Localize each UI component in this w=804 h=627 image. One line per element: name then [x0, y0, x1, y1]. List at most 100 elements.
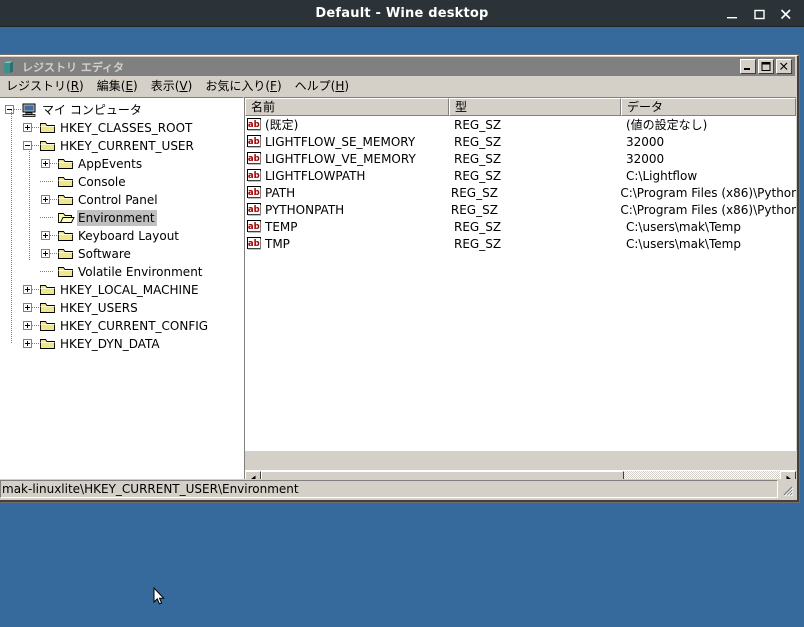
menu-registry[interactable]: レジストリ(R)	[0, 78, 91, 95]
tree-connector	[40, 271, 54, 272]
regedit-titlebar[interactable]: レジストリ エディタ	[0, 57, 795, 76]
tree-connector	[14, 109, 22, 110]
folder-open-icon	[57, 210, 75, 226]
string-value-icon: ab	[247, 186, 262, 199]
folder-icon	[39, 318, 57, 334]
expand-icon[interactable]	[41, 159, 50, 168]
value-name-cell: ab TEMP	[245, 220, 449, 234]
tree-connector	[50, 253, 58, 254]
expand-icon[interactable]	[23, 303, 32, 312]
desktop-close-button[interactable]	[779, 6, 793, 22]
menu-view[interactable]: 表示(V)	[145, 78, 200, 95]
tree-item-hkey-dyn-data[interactable]: HKEY_DYN_DATA	[0, 335, 243, 353]
column-header-type[interactable]: 型	[449, 98, 621, 116]
menu-view-label: 表示	[150, 78, 175, 93]
desktop-maximize-button[interactable]	[752, 6, 766, 22]
tree-item-label: HKEY_USERS	[60, 301, 138, 315]
menu-help-label: ヘルプ	[294, 78, 331, 93]
registry-value-row[interactable]: ab TEMP REG_SZ C:\users\mak\Temp	[245, 218, 796, 235]
regedit-minimize-button[interactable]	[740, 59, 756, 74]
collapse-icon[interactable]	[5, 105, 14, 114]
string-value-icon: ab	[247, 220, 262, 233]
folder-icon	[39, 336, 57, 352]
tree-item-appevents[interactable]: AppEvents	[0, 155, 243, 173]
tree-item-volatile-environment[interactable]: Volatile Environment	[0, 263, 243, 281]
menu-edit[interactable]: 編集(E)	[91, 78, 145, 95]
tree-item-environment[interactable]: Environment	[0, 209, 243, 227]
tree-item-label: Volatile Environment	[78, 265, 203, 279]
value-name-text: (既定)	[265, 118, 299, 132]
registry-value-row[interactable]: ab LIGHTFLOW_VE_MEMORY REG_SZ 32000	[245, 150, 796, 167]
registry-values-pane[interactable]: 名前 型 データ ab (既定) REG_SZ (値の設定なし) ab LIGHTFLOW…	[244, 97, 796, 487]
tree-item-label: Console	[78, 175, 126, 189]
expand-icon[interactable]	[23, 285, 32, 294]
resize-grip-icon[interactable]	[778, 481, 794, 497]
folder-icon	[57, 246, 75, 262]
registry-value-row[interactable]: ab LIGHTFLOW_SE_MEMORY REG_SZ 32000	[245, 133, 796, 150]
value-data-cell: C:\Lightflow	[626, 168, 698, 183]
expand-icon[interactable]	[41, 195, 50, 204]
statusbar: mak-linuxlite\HKEY_CURRENT_USER\Environm…	[0, 479, 796, 499]
value-name-cell: ab TMP	[245, 237, 449, 251]
collapse-icon[interactable]	[23, 141, 32, 150]
value-name-cell: ab (既定)	[245, 116, 449, 133]
menu-registry-mnemonic: R	[70, 78, 80, 93]
tree-item-hkey-classes-root[interactable]: HKEY_CLASSES_ROOT	[0, 119, 243, 137]
value-type-cell: REG_SZ	[454, 117, 502, 132]
tree-item-hkey-users[interactable]: HKEY_USERS	[0, 299, 243, 317]
value-data-cell: (値の設定なし)	[626, 118, 708, 132]
value-name-cell: ab LIGHTFLOWPATH	[245, 169, 449, 183]
registry-value-row[interactable]: ab (既定) REG_SZ (値の設定なし)	[245, 116, 796, 133]
tree-item-hkey-local-machine[interactable]: HKEY_LOCAL_MACHINE	[0, 281, 243, 299]
desktop-window-controls	[725, 0, 800, 27]
tree-item-hkey-current-config[interactable]: HKEY_CURRENT_CONFIG	[0, 317, 243, 335]
value-name-text: PATH	[265, 185, 296, 200]
expand-icon[interactable]	[23, 321, 32, 330]
computer-icon	[21, 102, 39, 118]
tree-connector	[50, 199, 58, 200]
value-data-cell: 32000	[626, 134, 665, 149]
menu-favorites-mnemonic: F	[270, 78, 277, 93]
registry-value-row[interactable]: ab PATH REG_SZ C:\Program Files (x86)\Pytho…	[245, 184, 796, 201]
registry-value-row[interactable]: ab PYTHONPATH REG_SZ C:\Program Files (x86)…	[245, 201, 796, 218]
tree-item-hkey-current-user[interactable]: HKEY_CURRENT_USER	[0, 137, 243, 155]
expand-icon[interactable]	[23, 123, 32, 132]
menu-help-mnemonic: H	[335, 78, 345, 93]
menu-help[interactable]: ヘルプ(H)	[289, 78, 356, 95]
expand-icon[interactable]	[41, 249, 50, 258]
folder-icon	[39, 120, 57, 136]
tree-item-control-panel[interactable]: Control Panel	[0, 191, 243, 209]
tree-item-label: HKEY_DYN_DATA	[60, 337, 160, 351]
value-data-cell: 32000	[626, 151, 665, 166]
tree-item-keyboard-layout[interactable]: Keyboard Layout	[0, 227, 243, 245]
registry-value-row[interactable]: ab TMP REG_SZ C:\users\mak\Temp	[245, 235, 796, 252]
menu-favorites[interactable]: お気に入り(F)	[199, 78, 288, 95]
tree-connector	[32, 307, 40, 308]
svg-text:ab: ab	[248, 137, 260, 147]
svg-text:ab: ab	[248, 120, 260, 130]
tree-item-software[interactable]: Software	[0, 245, 243, 263]
column-header-data[interactable]: データ	[621, 98, 796, 116]
folder-icon	[57, 156, 75, 172]
menu-edit-mnemonic: E	[125, 78, 134, 93]
tree-connector	[40, 217, 54, 218]
list-column-headers: 名前 型 データ	[245, 98, 796, 116]
desktop-minimize-button[interactable]	[725, 6, 739, 22]
registry-icon	[2, 60, 18, 74]
svg-text:ab: ab	[248, 154, 260, 164]
expand-icon[interactable]	[23, 339, 32, 348]
registry-value-row[interactable]: ab LIGHTFLOWPATH REG_SZ C:\Lightflow	[245, 167, 796, 184]
column-header-name[interactable]: 名前	[245, 98, 449, 116]
regedit-close-button[interactable]	[776, 59, 792, 74]
regedit-maximize-button[interactable]	[758, 59, 774, 74]
status-path-text: mak-linuxlite\HKEY_CURRENT_USER\Environm…	[0, 480, 778, 498]
tree-connector	[32, 289, 40, 290]
tree-item-[interactable]: マイ コンピュータ	[0, 101, 243, 119]
folder-icon	[57, 192, 75, 208]
tree-item-label: HKEY_CURRENT_CONFIG	[60, 319, 209, 333]
string-value-icon: ab	[247, 135, 262, 148]
expand-icon[interactable]	[41, 231, 50, 240]
tree-item-console[interactable]: Console	[0, 173, 243, 191]
tree-connector	[40, 181, 54, 182]
registry-tree-pane[interactable]: マイ コンピュータ HKEY_CLASSES_ROOT HKEY_CURRENT_U…	[0, 97, 244, 487]
